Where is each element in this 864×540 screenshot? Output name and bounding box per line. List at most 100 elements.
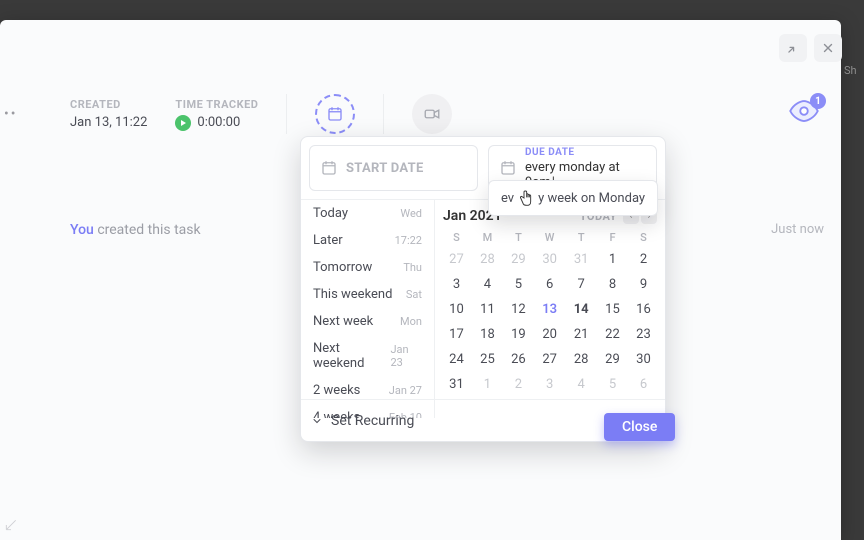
created-value: Jan 13, 11:22 bbox=[70, 115, 147, 130]
resize-handle-icon bbox=[4, 517, 18, 536]
calendar-day[interactable]: 3 bbox=[534, 372, 565, 397]
calendar-day[interactable]: 31 bbox=[565, 247, 597, 272]
time-tracked-label: TIME TRACKED bbox=[175, 98, 258, 111]
calendar-day[interactable]: 2 bbox=[628, 247, 659, 272]
set-recurring-label: Set Recurring bbox=[331, 413, 414, 429]
time-tracked-value: 0:00:00 bbox=[197, 115, 240, 130]
quick-date-hint: Thu bbox=[403, 261, 422, 274]
created-block: CREATED Jan 13, 11:22 bbox=[70, 98, 147, 130]
calendar-day[interactable]: 24 bbox=[441, 347, 472, 372]
created-label: CREATED bbox=[70, 98, 147, 111]
calendar-day[interactable]: 7 bbox=[565, 272, 597, 297]
calendar-day[interactable]: 2 bbox=[503, 372, 534, 397]
quick-date-label: This weekend bbox=[313, 287, 392, 302]
time-tracked-row[interactable]: 0:00:00 bbox=[175, 115, 258, 131]
calendar-dow: T bbox=[565, 228, 597, 247]
autosuggest-pre: ev bbox=[501, 191, 514, 206]
play-icon bbox=[175, 115, 191, 131]
activity-time: Just now bbox=[771, 222, 824, 237]
quick-date-label: Later bbox=[313, 233, 343, 248]
calendar-day[interactable]: 17 bbox=[441, 322, 472, 347]
quick-date-hint: Sat bbox=[406, 288, 422, 301]
stray-text: Sh bbox=[844, 64, 857, 77]
calendar-day[interactable]: 19 bbox=[503, 322, 534, 347]
calendar-icon bbox=[499, 159, 517, 177]
calendar-dow: S bbox=[628, 228, 659, 247]
quick-date-item[interactable]: This weekend Sat bbox=[301, 281, 434, 308]
calendar-day[interactable]: 8 bbox=[597, 272, 628, 297]
calendar-icon bbox=[326, 105, 344, 123]
calendar-day[interactable]: 20 bbox=[534, 322, 565, 347]
minimize-button[interactable] bbox=[779, 34, 807, 62]
quick-date-item[interactable]: Next weekMon bbox=[301, 308, 434, 335]
watchers-button[interactable]: 1 bbox=[784, 96, 824, 126]
calendar-day[interactable]: 28 bbox=[472, 247, 503, 272]
calendar-day[interactable]: 18 bbox=[472, 322, 503, 347]
calendar-day[interactable]: 31 bbox=[441, 372, 472, 397]
calendar-day[interactable]: 26 bbox=[503, 347, 534, 372]
calendar-day[interactable]: 13 bbox=[534, 297, 565, 322]
calendar-day[interactable]: 16 bbox=[628, 297, 659, 322]
calendar-day[interactable]: 6 bbox=[534, 272, 565, 297]
calendar-day[interactable]: 4 bbox=[472, 272, 503, 297]
quick-date-item[interactable]: Tomorrow Thu bbox=[301, 254, 434, 281]
calendar-day[interactable]: 5 bbox=[503, 272, 534, 297]
time-tracked-block: TIME TRACKED 0:00:00 bbox=[175, 98, 258, 131]
due-date-label: DUE DATE bbox=[525, 147, 646, 158]
calendar-day[interactable]: 23 bbox=[628, 322, 659, 347]
watchers-count: 1 bbox=[810, 93, 826, 109]
calendar-day[interactable]: 22 bbox=[597, 322, 628, 347]
activity-text: created this task bbox=[94, 222, 201, 238]
autosuggest-item[interactable]: ev y week on Monday bbox=[488, 180, 658, 216]
calendar-day[interactable]: 14 bbox=[565, 297, 597, 322]
calendar-day[interactable]: 27 bbox=[441, 247, 472, 272]
quick-date-item[interactable]: Later 17:22 bbox=[301, 227, 434, 254]
calendar-day[interactable]: 12 bbox=[503, 297, 534, 322]
calendar-day[interactable]: 1 bbox=[597, 247, 628, 272]
calendar-dow: W bbox=[534, 228, 565, 247]
quick-date-hint: Wed bbox=[400, 207, 422, 220]
calendar-panel: Jan 2021 TODAY ‹ › SMTWTFS 2728293031123… bbox=[435, 200, 665, 418]
calendar-day[interactable]: 15 bbox=[597, 297, 628, 322]
calendar-day[interactable]: 30 bbox=[628, 347, 659, 372]
calendar-day[interactable]: 27 bbox=[534, 347, 565, 372]
drag-handle-icon: •• bbox=[4, 106, 17, 122]
quick-date-label: Tomorrow bbox=[313, 260, 372, 275]
calendar-day[interactable]: 28 bbox=[565, 347, 597, 372]
calendar-day[interactable]: 5 bbox=[597, 372, 628, 397]
calendar-day[interactable]: 21 bbox=[565, 322, 597, 347]
autosuggest-post: y week on Monday bbox=[538, 191, 645, 206]
calendar-day[interactable]: 10 bbox=[441, 297, 472, 322]
video-call-button[interactable] bbox=[412, 94, 452, 134]
activity-actor: You bbox=[70, 222, 94, 238]
calendar-day[interactable]: 30 bbox=[534, 247, 565, 272]
start-date-input[interactable]: START DATE bbox=[309, 145, 478, 191]
calendar-day[interactable]: 11 bbox=[472, 297, 503, 322]
close-button[interactable] bbox=[814, 34, 842, 62]
due-date-button[interactable] bbox=[315, 94, 355, 134]
calendar-day[interactable]: 6 bbox=[628, 372, 659, 397]
calendar-day[interactable]: 29 bbox=[597, 347, 628, 372]
task-meta-row: CREATED Jan 13, 11:22 TIME TRACKED 0:00:… bbox=[70, 94, 452, 134]
calendar-dow: F bbox=[597, 228, 628, 247]
quick-date-hint: 17:22 bbox=[395, 234, 422, 247]
collapse-icon bbox=[786, 41, 800, 55]
quick-date-hint: Jan 27 bbox=[389, 384, 422, 397]
quick-date-item[interactable]: Next weekendJan 23 bbox=[301, 335, 434, 377]
calendar-dow: M bbox=[472, 228, 503, 247]
calendar-day[interactable]: 3 bbox=[441, 272, 472, 297]
quick-date-hint: Jan 23 bbox=[390, 343, 422, 369]
calendar-day[interactable]: 29 bbox=[503, 247, 534, 272]
quick-date-item[interactable]: TodayWed bbox=[301, 200, 434, 227]
quick-date-label: Next weekend bbox=[313, 341, 390, 371]
calendar-day[interactable]: 25 bbox=[472, 347, 503, 372]
calendar-day[interactable]: 1 bbox=[472, 372, 503, 397]
calendar-day[interactable]: 9 bbox=[628, 272, 659, 297]
quick-date-label: Next week bbox=[313, 314, 373, 329]
calendar-grid: SMTWTFS 27282930311234567891011121314151… bbox=[441, 228, 659, 397]
calendar-dow: S bbox=[441, 228, 472, 247]
chevron-down-icon bbox=[311, 415, 323, 427]
calendar-day[interactable]: 4 bbox=[565, 372, 597, 397]
close-popover-button[interactable]: Close bbox=[604, 413, 675, 441]
set-recurring-button[interactable]: Set Recurring bbox=[311, 413, 414, 429]
